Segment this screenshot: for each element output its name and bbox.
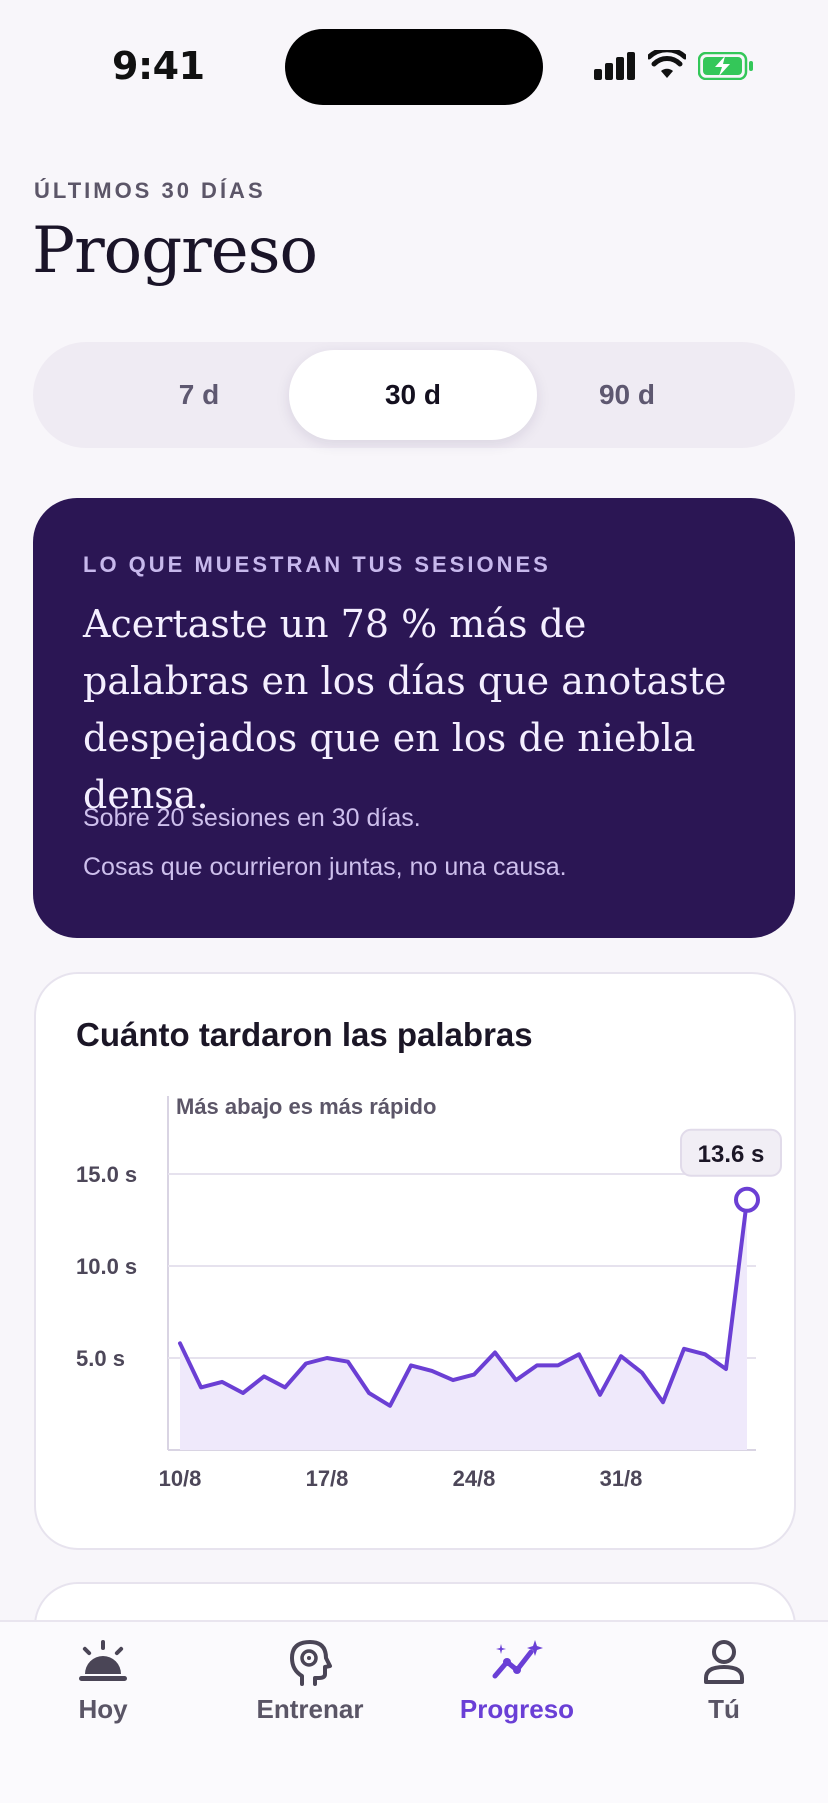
chart-annotation: Más abajo es más rápido: [176, 1094, 436, 1119]
insight-sample-note: Sobre 20 sesiones en 30 días.: [83, 804, 421, 832]
tab-hoy[interactable]: Hoy: [23, 1638, 183, 1725]
chart-x-tick-label: 10/8: [159, 1466, 202, 1491]
tab-label-tu: Tú: [708, 1694, 740, 1724]
tab-tu[interactable]: Tú: [644, 1638, 804, 1725]
cellular-signal-icon: [594, 52, 636, 80]
tab-label-entrenar: Entrenar: [256, 1694, 364, 1724]
tab-entrenar[interactable]: Entrenar: [230, 1638, 390, 1725]
range-option-7d[interactable]: 7 d: [75, 350, 323, 440]
chart-x-tick-label: 24/8: [453, 1466, 496, 1491]
battery-charging-icon: [698, 52, 753, 80]
chart-series-line: [178, 1197, 749, 1408]
brain-head-icon: [290, 1640, 332, 1686]
chart-y-tick-label: 10.0 s: [76, 1254, 137, 1279]
tab-label-progreso: Progreso: [459, 1694, 575, 1724]
range-option-90d[interactable]: 90 d: [503, 350, 751, 440]
page-title: Progreso: [32, 214, 318, 288]
status-bar: 9:41: [0, 0, 828, 140]
chart-y-tick-label: 5.0 s: [76, 1346, 125, 1371]
sunrise-icon: [79, 1640, 127, 1681]
chart-y-tick-label: 15.0 s: [76, 1162, 137, 1187]
response-time-card: Cuánto tardaron las palabras Más abajo e…: [34, 972, 796, 1550]
insight-label: LO QUE MUESTRAN TUS SESIONES: [83, 552, 551, 577]
chart-x-tick-label: 31/8: [600, 1466, 643, 1491]
chart-area-fill: [180, 1199, 747, 1450]
insight-disclaimer: Cosas que ocurrieron juntas, no una caus…: [83, 853, 567, 881]
chart-x-tick-label: 17/8: [306, 1466, 349, 1491]
response-time-chart: Más abajo es más rápido 15.0 s 10.0 s 5.0 s…: [76, 1094, 782, 1491]
chart-last-point: [734, 1186, 760, 1213]
trend-sparkle-icon: [492, 1640, 543, 1679]
tab-bar: Hoy Entrenar Progreso Tú: [0, 1620, 828, 1803]
wifi-icon: [648, 50, 686, 78]
range-selector: 7 d 30 d 90 d: [33, 342, 795, 448]
insight-card: LO QUE MUESTRAN TUS SESIONES Acertaste u…: [33, 498, 795, 938]
range-option-30d[interactable]: 30 d: [289, 350, 537, 440]
chart-callout-label: 13.6 s: [698, 1141, 765, 1168]
person-icon: [704, 1640, 744, 1684]
status-time: 9:41: [112, 44, 205, 88]
period-eyebrow: ÚLTIMOS 30 DÍAS: [34, 178, 266, 203]
insight-headline: Acertaste un 78 % más de palabras en los…: [83, 602, 727, 817]
tab-label-hoy: Hoy: [78, 1694, 128, 1724]
tab-progreso[interactable]: Progreso: [437, 1638, 597, 1725]
dynamic-island: [285, 29, 543, 105]
